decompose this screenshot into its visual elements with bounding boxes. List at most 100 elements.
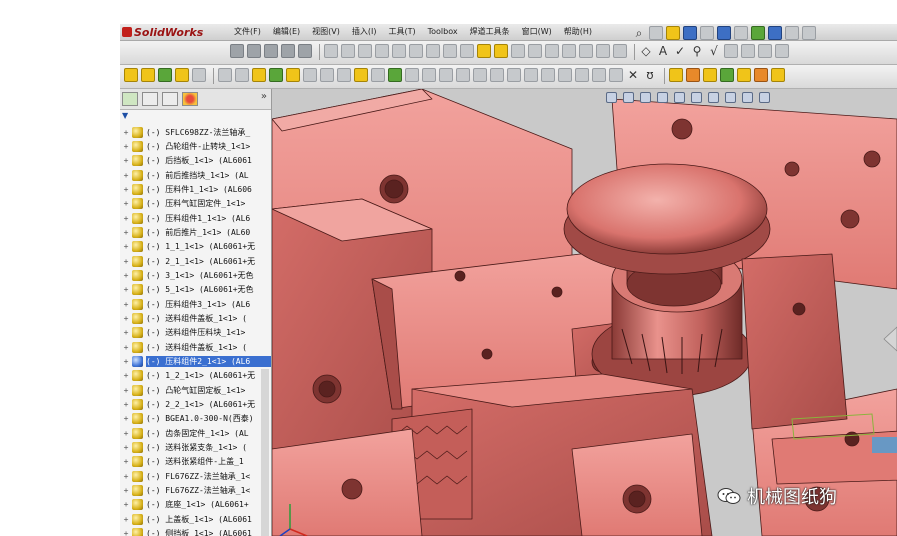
line-icon[interactable]	[341, 44, 355, 58]
restore-icon[interactable]	[802, 26, 816, 40]
feature-tree-item[interactable]: + (-) BGEA1.0-300-N(西泰)	[120, 412, 271, 426]
sketch-icon[interactable]	[324, 44, 338, 58]
menu-view[interactable]: 视图(V)	[306, 24, 346, 40]
rebuild-icon[interactable]	[751, 26, 765, 40]
menu-file[interactable]: 文件(F)	[228, 24, 267, 40]
expand-toggle-icon[interactable]: +	[122, 142, 130, 151]
camera-icon[interactable]	[388, 68, 402, 82]
feature-tree-item[interactable]: + (-) 压料组件2_1<1> (AL6	[120, 354, 271, 368]
feature-tree-item[interactable]: + (-) 凸轮组件-止转块_1<1>	[120, 139, 271, 153]
expand-toggle-icon[interactable]: +	[122, 486, 130, 495]
menu-window[interactable]: 窗口(W)	[516, 24, 558, 40]
linear-pattern-icon[interactable]	[264, 44, 278, 58]
menu-help[interactable]: 帮助(H)	[558, 24, 598, 40]
weldment-icon[interactable]	[686, 68, 700, 82]
expand-toggle-icon[interactable]: +	[122, 242, 130, 251]
move-component-icon[interactable]	[298, 44, 312, 58]
clearance-icon[interactable]	[439, 68, 453, 82]
expand-toggle-icon[interactable]: +	[122, 472, 130, 481]
balloon-icon[interactable]	[758, 44, 772, 58]
expand-toggle-icon[interactable]: +	[122, 443, 130, 452]
revolve-icon[interactable]	[494, 44, 508, 58]
expand-toggle-icon[interactable]: +	[122, 400, 130, 409]
expand-toggle-icon[interactable]: +	[122, 529, 130, 536]
simulation-icon[interactable]	[575, 68, 589, 82]
expand-toggle-icon[interactable]: +	[122, 414, 130, 423]
zoom-to-area-icon[interactable]	[623, 92, 634, 103]
save-icon[interactable]	[683, 26, 697, 40]
loft-icon[interactable]	[192, 68, 206, 82]
rib-icon[interactable]	[562, 44, 576, 58]
graphics-area[interactable]	[272, 89, 897, 536]
feature-tree-item[interactable]: + (-) 压料组件3_1<1> (AL6	[120, 297, 271, 311]
scene-icon[interactable]	[303, 68, 317, 82]
edit-appearance-icon[interactable]	[725, 92, 736, 103]
section-view-icon[interactable]	[657, 92, 668, 103]
cut-extrude-icon[interactable]	[141, 68, 155, 82]
pin-icon[interactable]: ⌕	[632, 26, 646, 40]
feature-tree-item[interactable]: + (-) 送料张紧支条_1<1> (	[120, 440, 271, 454]
view-settings-icon[interactable]	[759, 92, 770, 103]
feature-tree-item[interactable]: + (-) FL676ZZ-法兰轴承_1<	[120, 469, 271, 483]
collapse-panel-icon[interactable]: »	[261, 91, 267, 102]
feature-tree-item[interactable]: + (-) 齿条固定件_1<1> (AL	[120, 426, 271, 440]
panel-scrollbar[interactable]	[261, 369, 269, 536]
explode-icon[interactable]	[405, 68, 419, 82]
window-icon[interactable]	[785, 26, 799, 40]
menu-weld-toolbar[interactable]: 焊道工具条	[464, 24, 516, 40]
feature-tree-item[interactable]: + (-) 压料气缸固定件_1<1>	[120, 197, 271, 211]
offset-icon[interactable]	[443, 44, 457, 58]
smart-fastener-icon[interactable]	[281, 44, 295, 58]
options-icon[interactable]	[768, 26, 782, 40]
shadows-icon[interactable]	[337, 68, 351, 82]
extrude-icon[interactable]	[477, 44, 491, 58]
arc-icon[interactable]	[392, 44, 406, 58]
costing-icon[interactable]	[592, 68, 606, 82]
view-orientation-icon[interactable]	[674, 92, 685, 103]
expand-toggle-icon[interactable]: +	[122, 357, 130, 366]
configuration-manager-tab-icon[interactable]	[162, 92, 178, 106]
menu-edit[interactable]: 编辑(E)	[267, 24, 306, 40]
feature-tree-item[interactable]: + (-) 3_1<1> (AL6061+无色	[120, 268, 271, 282]
mass-properties-icon[interactable]	[490, 68, 504, 82]
filter-icon[interactable]: ▼	[122, 111, 268, 121]
feature-tree-item[interactable]: + (-) 送料组件压料块_1<1>	[120, 326, 271, 340]
feature-manager-tab-icon[interactable]	[122, 92, 138, 106]
boss-extrude-icon[interactable]	[124, 68, 138, 82]
curve-icon[interactable]: ʊ	[643, 68, 657, 82]
sustainability-icon[interactable]	[609, 68, 623, 82]
triad-icon[interactable]: ✕	[626, 68, 640, 82]
smart-dimension-icon[interactable]: ◇	[639, 44, 653, 58]
display-style-icon[interactable]	[252, 68, 266, 82]
large-assembly-icon[interactable]	[558, 68, 572, 82]
circle-icon[interactable]	[375, 44, 389, 58]
expand-toggle-icon[interactable]: +	[122, 515, 130, 524]
apply-scene-icon[interactable]	[742, 92, 753, 103]
fillet-icon[interactable]	[511, 44, 525, 58]
weld-symbol-icon[interactable]	[775, 44, 789, 58]
measure-icon[interactable]	[473, 68, 487, 82]
feature-tree-item[interactable]: + (-) 2_2_1<1> (AL6061+无	[120, 397, 271, 411]
feature-tree-item[interactable]: + (-) 1_2_1<1> (AL6061+无	[120, 369, 271, 383]
insert-component-icon[interactable]	[230, 44, 244, 58]
expand-toggle-icon[interactable]: +	[122, 171, 130, 180]
zoom-icon[interactable]: ⚲	[690, 44, 704, 58]
sensor-icon[interactable]	[524, 68, 538, 82]
reference-geometry-icon[interactable]	[613, 44, 627, 58]
appearance-tab-icon[interactable]	[182, 92, 198, 106]
feature-tree-item[interactable]: + (-) 5_1<1> (AL6061+无色	[120, 283, 271, 297]
zoom-to-fit-icon[interactable]	[606, 92, 617, 103]
expand-toggle-icon[interactable]: +	[122, 257, 130, 266]
note-icon[interactable]: A	[656, 44, 670, 58]
expand-toggle-icon[interactable]: +	[122, 185, 130, 194]
toolbox-icon[interactable]	[669, 68, 683, 82]
feature-tree-item[interactable]: + (-) 送料组件盖板_1<1> (	[120, 340, 271, 354]
feature-tree-item[interactable]: + (-) 送料张紧组件-上盖_1	[120, 455, 271, 469]
new-document-icon[interactable]	[649, 26, 663, 40]
expand-toggle-icon[interactable]: +	[122, 343, 130, 352]
spline-icon[interactable]	[409, 44, 423, 58]
feature-tree-item[interactable]: + (-) 后挡板_1<1> (AL6061	[120, 154, 271, 168]
expand-toggle-icon[interactable]: +	[122, 371, 130, 380]
rectangle-icon[interactable]	[358, 44, 372, 58]
feature-tree-item[interactable]: + (-) 1_1_1<1> (AL6061+无	[120, 240, 271, 254]
